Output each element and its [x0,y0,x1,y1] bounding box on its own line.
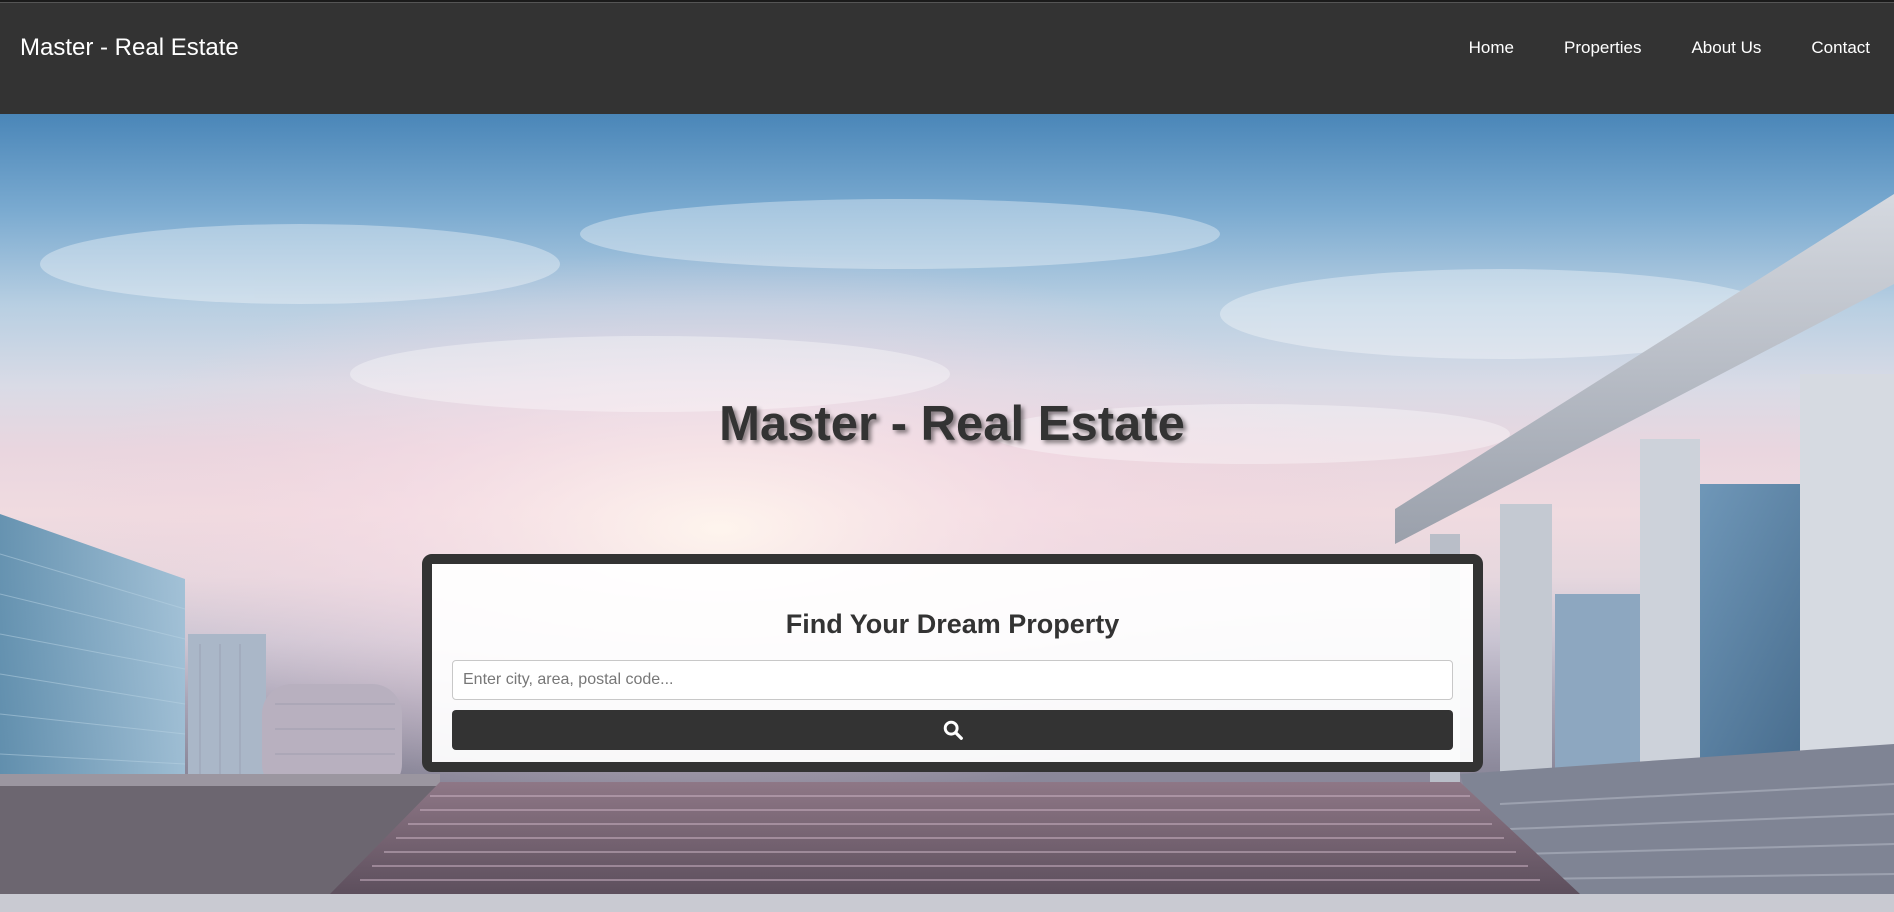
search-heading: Find Your Dream Property [785,609,1120,639]
hero-section: Master - Real Estate Find Your Dream Pro… [0,114,1894,912]
search-card: Find Your Dream Property [422,554,1483,772]
hero-title: Master - Real Estate [719,397,1185,451]
search-input[interactable] [452,660,1453,700]
nav-links: Home Properties About Us Contact [1419,38,1870,58]
brand-link[interactable]: Master - Real Estate [20,34,239,62]
nav-link-contact[interactable]: Contact [1811,38,1870,58]
nav-link-properties[interactable]: Properties [1564,38,1641,58]
nav-link-home[interactable]: Home [1469,38,1514,58]
navbar: Master - Real Estate Home Properties Abo… [0,3,1894,114]
nav-link-about-us[interactable]: About Us [1691,38,1761,58]
search-icon [943,720,963,740]
search-button[interactable] [452,710,1453,750]
hero-background-image [0,114,1894,912]
